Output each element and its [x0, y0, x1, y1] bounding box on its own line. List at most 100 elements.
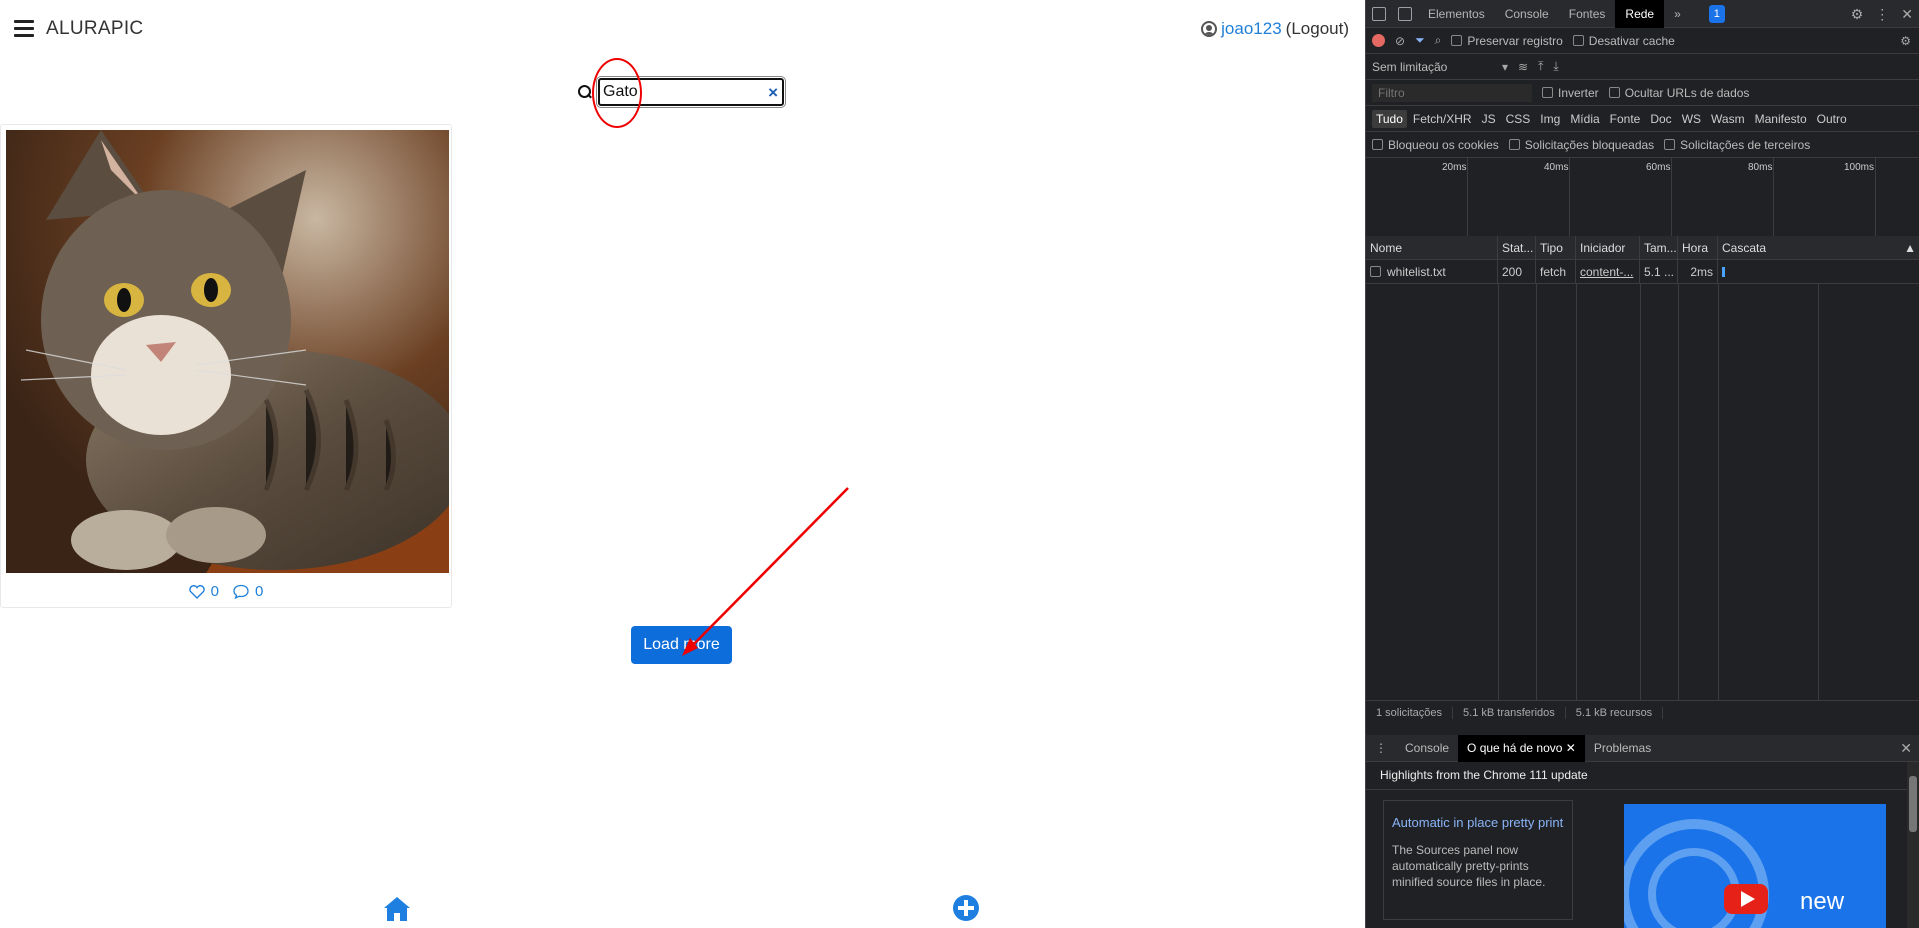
tick-label: 100ms	[1844, 162, 1875, 173]
close-drawer-icon[interactable]: ✕	[1900, 740, 1912, 757]
more-options-icon[interactable]: ⋮	[1875, 6, 1889, 23]
type-filter-js[interactable]: JS	[1478, 110, 1500, 128]
issues-badge[interactable]: 1	[1708, 4, 1725, 23]
type-filter-other[interactable]: Outro	[1813, 110, 1851, 128]
photo-card[interactable]: 0 0	[0, 124, 452, 608]
preserve-log-checkbox[interactable]: Preservar registro	[1451, 34, 1563, 48]
search-bar: ×	[578, 76, 786, 108]
type-filter-css[interactable]: CSS	[1502, 110, 1535, 128]
request-time: 2ms	[1678, 260, 1718, 283]
video-label: new	[1800, 888, 1845, 915]
settings-network-icon[interactable]: ⚙	[1900, 34, 1911, 48]
requests-table: Nome Stat... Tipo Iniciador Tam... Hora …	[1366, 236, 1919, 700]
type-filter-wasm[interactable]: Wasm	[1707, 110, 1749, 128]
likes[interactable]: 0	[188, 583, 219, 600]
search-input[interactable]	[596, 76, 786, 108]
invert-checkbox[interactable]: Inverter	[1542, 86, 1599, 100]
third-party-checkbox[interactable]: Solicitações de terceiros	[1664, 138, 1810, 152]
clear-log-icon[interactable]: ⊘	[1395, 34, 1405, 48]
type-filter-ws[interactable]: WS	[1678, 110, 1705, 128]
type-filter-img[interactable]: Img	[1536, 110, 1564, 128]
type-filter-manifest[interactable]: Manifesto	[1751, 110, 1811, 128]
request-initiator[interactable]: content-...	[1576, 260, 1640, 283]
col-initiator[interactable]: Iniciador	[1576, 236, 1640, 259]
network-overview[interactable]: 20ms 40ms 60ms 80ms 100ms	[1366, 158, 1919, 240]
type-filter-all[interactable]: Tudo	[1372, 109, 1407, 128]
screen: ALURAPIC joao123 (Logout) ×	[0, 0, 1919, 928]
whats-new-heading: Highlights from the Chrome 111 update	[1380, 768, 1588, 782]
transferred-size: 5.1 kB transferidos	[1453, 706, 1566, 719]
settings-icon[interactable]: ⚙	[1851, 6, 1864, 23]
drawer-tab-console[interactable]: Console	[1396, 735, 1458, 762]
drawer-tabbar: ⋮ Console O que há de novo ✕ Problemas ✕	[1366, 734, 1919, 762]
add-photo-icon[interactable]	[952, 894, 980, 922]
col-name[interactable]: Nome	[1366, 236, 1498, 259]
tab-console[interactable]: Console	[1495, 0, 1559, 28]
type-filter-row: Tudo Fetch/XHR JS CSS Img Mídia Fonte Do…	[1366, 106, 1919, 132]
likes-count: 0	[210, 583, 219, 600]
tab-network[interactable]: Rede	[1615, 0, 1665, 28]
drawer-tab-issues[interactable]: Problemas	[1585, 735, 1660, 762]
filter-input[interactable]	[1372, 83, 1532, 102]
filter-row: Inverter Ocultar URLs de dados	[1366, 80, 1919, 106]
comments-count: 0	[255, 583, 264, 600]
devtools-tabbar: Elementos Console Fontes Rede » 1 ⚙ ⋮ ✕	[1366, 0, 1919, 28]
load-more-button[interactable]: Load more	[631, 626, 732, 664]
clear-icon[interactable]: ×	[768, 83, 778, 103]
col-size[interactable]: Tam...	[1640, 236, 1678, 259]
close-tab-icon[interactable]: ✕	[1566, 741, 1576, 755]
request-size: 5.1 ...	[1640, 260, 1678, 283]
device-toggle-icon[interactable]	[1398, 6, 1412, 21]
feature-description: The Sources panel now automatically pret…	[1392, 843, 1546, 889]
tab-elements[interactable]: Elementos	[1418, 0, 1495, 28]
throttling-row: Sem limitação ▾ ≋ ⤒ ⤓	[1366, 54, 1919, 80]
wifi-icon[interactable]: ≋	[1518, 60, 1528, 74]
col-waterfall[interactable]: Cascata ▲	[1718, 236, 1919, 259]
drawer-scrollbar[interactable]	[1907, 762, 1919, 928]
tab-sources[interactable]: Fontes	[1559, 0, 1616, 28]
blocked-requests-checkbox[interactable]: Solicitações bloqueadas	[1508, 138, 1654, 152]
chrome-update-video[interactable]: new	[1624, 804, 1886, 928]
throttling-select[interactable]: Sem limitação	[1372, 60, 1492, 74]
menu-icon[interactable]	[14, 20, 34, 38]
col-type[interactable]: Tipo	[1536, 236, 1576, 259]
search-network-icon[interactable]: ⌕	[1435, 33, 1442, 48]
feature-title[interactable]: Automatic in place pretty print	[1392, 809, 1564, 836]
table-row[interactable]: whitelist.txt 200 fetch content-... 5.1 …	[1366, 260, 1919, 284]
requests-count: 1 solicitações	[1366, 706, 1454, 719]
tick-label: 60ms	[1646, 162, 1671, 173]
comments[interactable]: 0	[233, 583, 263, 600]
username-link[interactable]: joao123	[1221, 19, 1282, 39]
heart-icon	[188, 584, 205, 599]
dropdown-icon[interactable]: ▾	[1502, 60, 1508, 74]
blocked-cookies-checkbox[interactable]: Bloqueou os cookies	[1372, 138, 1499, 152]
close-devtools-icon[interactable]: ✕	[1901, 6, 1913, 23]
inspect-icon[interactable]	[1372, 6, 1386, 21]
export-icon[interactable]: ⤓	[1553, 59, 1558, 74]
feature-card[interactable]: Automatic in place pretty print The Sour…	[1383, 800, 1573, 920]
tick-label: 20ms	[1442, 162, 1467, 173]
col-time[interactable]: Hora	[1678, 236, 1718, 259]
import-icon[interactable]: ⤒	[1538, 59, 1543, 74]
logout-link[interactable]: (Logout)	[1286, 19, 1349, 39]
devtools-panel: Elementos Console Fontes Rede » 1 ⚙ ⋮ ✕ …	[1365, 0, 1919, 928]
cat-photo[interactable]	[6, 130, 449, 573]
hide-data-urls-checkbox[interactable]: Ocultar URLs de dados	[1608, 86, 1749, 100]
alurapic-page: ALURAPIC joao123 (Logout) ×	[0, 0, 1365, 928]
table-header: Nome Stat... Tipo Iniciador Tam... Hora …	[1366, 236, 1919, 260]
disable-cache-checkbox[interactable]: Desativar cache	[1572, 34, 1675, 48]
user-info: joao123 (Logout)	[1201, 19, 1349, 39]
type-filter-fetch[interactable]: Fetch/XHR	[1409, 110, 1476, 128]
more-tabs-icon[interactable]: »	[1664, 0, 1691, 28]
type-filter-font[interactable]: Fonte	[1606, 110, 1645, 128]
network-toolbar: ⊘ ⏷ ⌕ Preservar registro Desativar cache…	[1366, 28, 1919, 54]
drawer-tab-whats-new[interactable]: O que há de novo ✕	[1458, 734, 1585, 762]
home-icon[interactable]	[382, 894, 412, 924]
drawer-menu-icon[interactable]: ⋮	[1366, 735, 1396, 762]
type-filter-doc[interactable]: Doc	[1646, 110, 1675, 128]
col-status[interactable]: Stat...	[1498, 236, 1536, 259]
record-icon[interactable]	[1372, 34, 1385, 47]
type-filter-media[interactable]: Mídia	[1566, 110, 1603, 128]
filter-icon[interactable]: ⏷	[1415, 33, 1425, 48]
sort-icon: ▲	[1904, 240, 1916, 255]
